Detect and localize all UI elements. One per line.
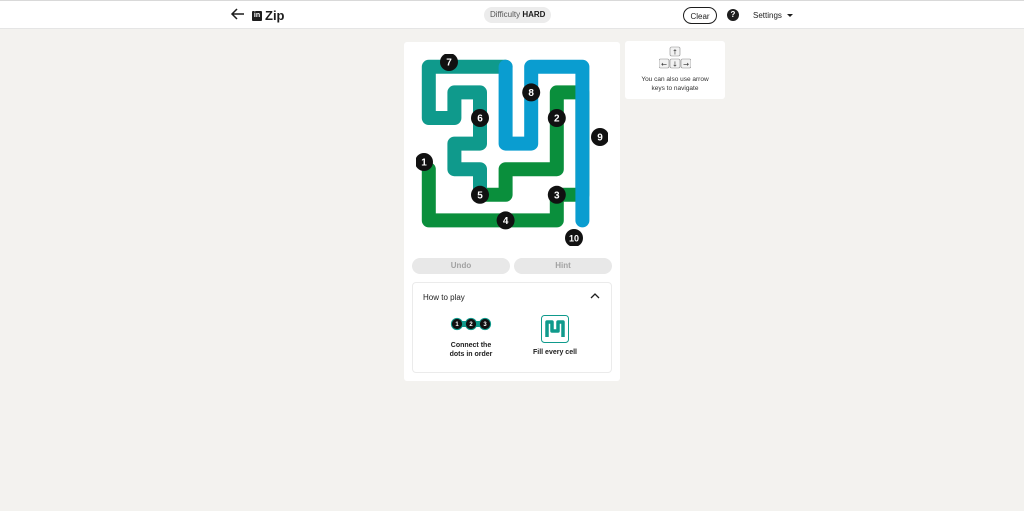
key-up: ↑ <box>672 49 678 57</box>
board-dot-4: 4 <box>496 211 515 230</box>
board-dot-label: 6 <box>477 114 483 125</box>
how-to-play-panel: How to play 123 Connect the dots in orde… <box>412 282 612 373</box>
chevron-up-icon[interactable] <box>590 292 600 300</box>
board-dot-6: 6 <box>471 109 489 127</box>
board-dot-8: 8 <box>522 83 541 102</box>
arrow-keys-tip-line1: You can also use arrow <box>641 76 709 83</box>
arrow-keys-tip: ↑ ← ↓ → You can also use arrow keys to n… <box>625 41 725 99</box>
board-dot-label: 5 <box>477 190 483 201</box>
board-dot-label: 3 <box>554 190 560 201</box>
fill-grid-icon <box>541 315 569 343</box>
app-title: Zip <box>265 8 285 23</box>
arrow-keys-tip-line2: keys to navigate <box>651 85 699 92</box>
key-right: → <box>683 61 689 69</box>
tip-connect-dots: Connect the dots in order <box>441 341 501 359</box>
settings-button[interactable]: Settings <box>753 11 782 20</box>
tip-connect-dots-line2: dots in order <box>449 351 493 358</box>
difficulty-value: HARD <box>522 10 546 19</box>
board-dot-label: 4 <box>503 216 509 227</box>
tip-connect-dots-line1: Connect the <box>450 342 492 349</box>
how-to-play-title: How to play <box>423 293 465 302</box>
board-dot-2: 2 <box>547 109 566 127</box>
arrow-left-icon[interactable] <box>229 5 247 23</box>
game-board[interactable]: 1 2 3 4 5 6 7 8 9 10 <box>416 54 608 246</box>
key-left: ← <box>661 61 667 69</box>
board-dot-label: 9 <box>597 133 603 144</box>
connect-dots-illustration: 123 <box>450 317 492 331</box>
board-dot-label: 8 <box>528 88 534 99</box>
tip-dot-2: 2 <box>464 317 478 331</box>
difficulty-label: Difficulty <box>490 10 521 19</box>
undo-button[interactable]: Undo <box>412 258 510 274</box>
board-dot-5: 5 <box>471 185 489 204</box>
arrow-keys-tip-text: You can also use arrow keys to navigate <box>631 75 719 93</box>
tip-dot-1: 1 <box>450 317 464 331</box>
board-dot-3: 3 <box>547 185 566 204</box>
tip-dot-3: 3 <box>478 317 492 331</box>
difficulty-badge: Difficulty HARD <box>484 7 552 23</box>
key-down: ↓ <box>672 61 678 69</box>
board-dot-label: 2 <box>554 114 560 125</box>
app-logo: in Zip <box>252 8 285 23</box>
clear-button[interactable]: Clear <box>683 7 717 24</box>
game-card: 1 2 3 4 5 6 7 8 9 10 Undo Hint How to play 123 Co… <box>404 42 620 381</box>
caret-down-icon[interactable] <box>787 14 793 17</box>
top-bar: in Zip Difficulty HARD Clear ? Settings <box>0 0 1024 29</box>
board-dot-label: 10 <box>569 234 579 244</box>
arrow-keys-icon: ↑ ← ↓ → <box>659 46 691 69</box>
tip-fill-every-cell: Fill every cell <box>533 349 577 356</box>
hint-button[interactable]: Hint <box>514 258 612 274</box>
linkedin-logo-icon: in <box>252 10 262 21</box>
board-dot-label: 1 <box>421 158 427 169</box>
help-icon[interactable]: ? <box>727 9 739 21</box>
board-dot-label: 7 <box>446 58 452 69</box>
